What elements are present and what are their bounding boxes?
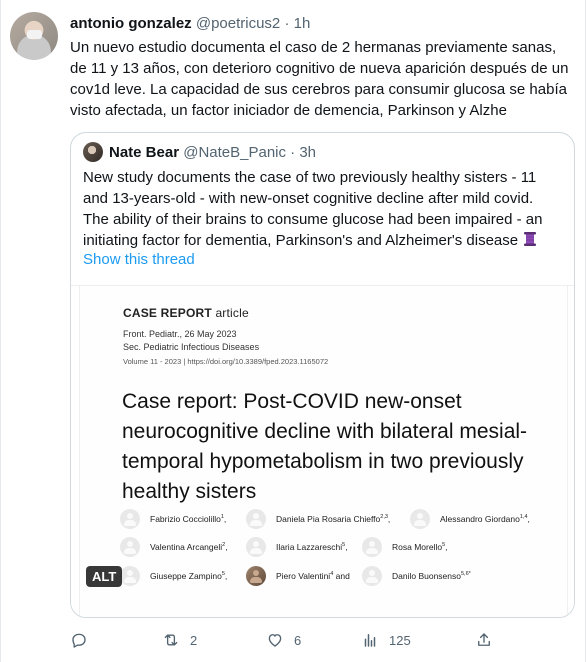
case-report-label: CASE REPORT article (123, 306, 249, 320)
author-2-name: Daniela Pia Rosaria Chieffo (276, 514, 381, 524)
quote-text-block: New study documents the case of two prev… (83, 167, 561, 251)
author-8-name: Piero Valentini (276, 571, 331, 581)
section-line: Sec. Pediatric Infectious Diseases (123, 342, 260, 352)
heart-icon (268, 634, 282, 647)
views-count: 125 (389, 632, 411, 648)
retweet-button[interactable]: 2 (162, 626, 197, 654)
like-button[interactable]: 6 (266, 626, 301, 654)
retweet-icon (164, 634, 178, 646)
author-avatar-icon (246, 509, 266, 529)
avatar[interactable] (10, 12, 58, 60)
quote-text: New study documents the case of two prev… (83, 169, 543, 249)
author-1-name: Fabrizio Cocciolillo (150, 514, 221, 524)
author-avatar-icon (120, 537, 140, 557)
author-9-affil: 5,6* (461, 571, 471, 578)
views-button[interactable]: 125 (361, 626, 411, 654)
left-border (0, 0, 1, 662)
thread-spool-emoji-icon (524, 232, 537, 246)
paper-title: Case report: Post-COVID new-onset neuroc… (122, 390, 528, 503)
retweet-count: 2 (190, 632, 198, 648)
media-attachment[interactable]: CASE REPORT article Front. Pediatr., 26 … (71, 285, 574, 617)
author-7: Giuseppe Zampino5, (150, 571, 228, 581)
quote-separator-dot: · (290, 144, 296, 161)
quote-header: Nate Bear @NateB_Panic · 3h (109, 143, 316, 163)
quoted-tweet[interactable]: Nate Bear @NateB_Panic · 3h New study do… (70, 132, 575, 618)
action-bar: 2 6 125 (70, 626, 500, 654)
author-3: Alessandro Giordano1,4, (440, 514, 530, 524)
author-4: Valentina Arcangeli2, (150, 542, 228, 552)
quote-time[interactable]: 3h (299, 144, 316, 161)
tweet-time[interactable]: 1h (294, 15, 311, 32)
author-3-name: Alessandro Giordano (440, 514, 520, 524)
analytics-icon (364, 634, 376, 647)
tweet-text: Un nuevo estudio documenta el caso de 2 … (70, 39, 569, 119)
author-2: Daniela Pia Rosaria Chieffo2,3, (276, 514, 391, 524)
share-icon (478, 633, 490, 646)
author-8: Piero Valentini4 and (276, 571, 350, 581)
author-6: Rosa Morello5, (392, 542, 448, 552)
share-button[interactable] (475, 626, 493, 654)
and-word: and (335, 571, 350, 581)
author-8-affil: 4 (330, 571, 334, 578)
quote-avatar[interactable] (83, 142, 103, 162)
author-2-affil: 2,3 (380, 514, 388, 521)
author-3-affil: 1,4 (519, 514, 528, 521)
quote-author-name[interactable]: Nate Bear (109, 144, 179, 161)
case-report-label-main: CASE REPORT (123, 306, 212, 320)
author-avatar-icon (410, 509, 430, 529)
author-avatar-icon (362, 537, 382, 557)
author-6-name: Rosa Morello (392, 542, 443, 552)
author-avatar-icon (120, 566, 140, 586)
author-photo-icon (246, 566, 266, 586)
author-5-name: Ilaria Lazzareschi (276, 542, 343, 552)
tweet-header: antonio gonzalez @poetricus2 · 1h (70, 14, 310, 34)
alt-badge[interactable]: ALT (86, 566, 123, 587)
separator-dot: · (284, 15, 290, 32)
author-9: Danilo Buonsenso5,6* (392, 571, 471, 581)
paper-screenshot: CASE REPORT article Front. Pediatr., 26 … (79, 286, 568, 617)
author-avatar-icon (362, 566, 382, 586)
volume-line: Volume 11 - 2023 | https://doi.org/10.33… (123, 357, 329, 366)
show-thread-link[interactable]: Show this thread (83, 251, 195, 268)
author-5: Ilaria Lazzareschi5, (276, 542, 348, 552)
author-name[interactable]: antonio gonzalez (70, 15, 192, 32)
author-handle[interactable]: @poetricus2 (196, 15, 280, 32)
quote-author-handle[interactable]: @NateB_Panic (183, 144, 286, 161)
author-9-name: Danilo Buonsenso (392, 571, 461, 581)
author-avatar-icon (246, 537, 266, 557)
journal-line: Front. Pediatr., 26 May 2023 (123, 329, 237, 339)
reply-button[interactable] (70, 626, 98, 654)
case-report-label-suffix: article (215, 306, 249, 320)
author-4-name: Valentina Arcangeli (150, 542, 223, 552)
author-7-name: Giuseppe Zampino (150, 571, 222, 581)
reply-icon (72, 633, 86, 648)
like-count: 6 (294, 632, 302, 648)
author-1: Fabrizio Cocciolillo1, (150, 514, 227, 524)
author-avatar-icon (120, 509, 140, 529)
